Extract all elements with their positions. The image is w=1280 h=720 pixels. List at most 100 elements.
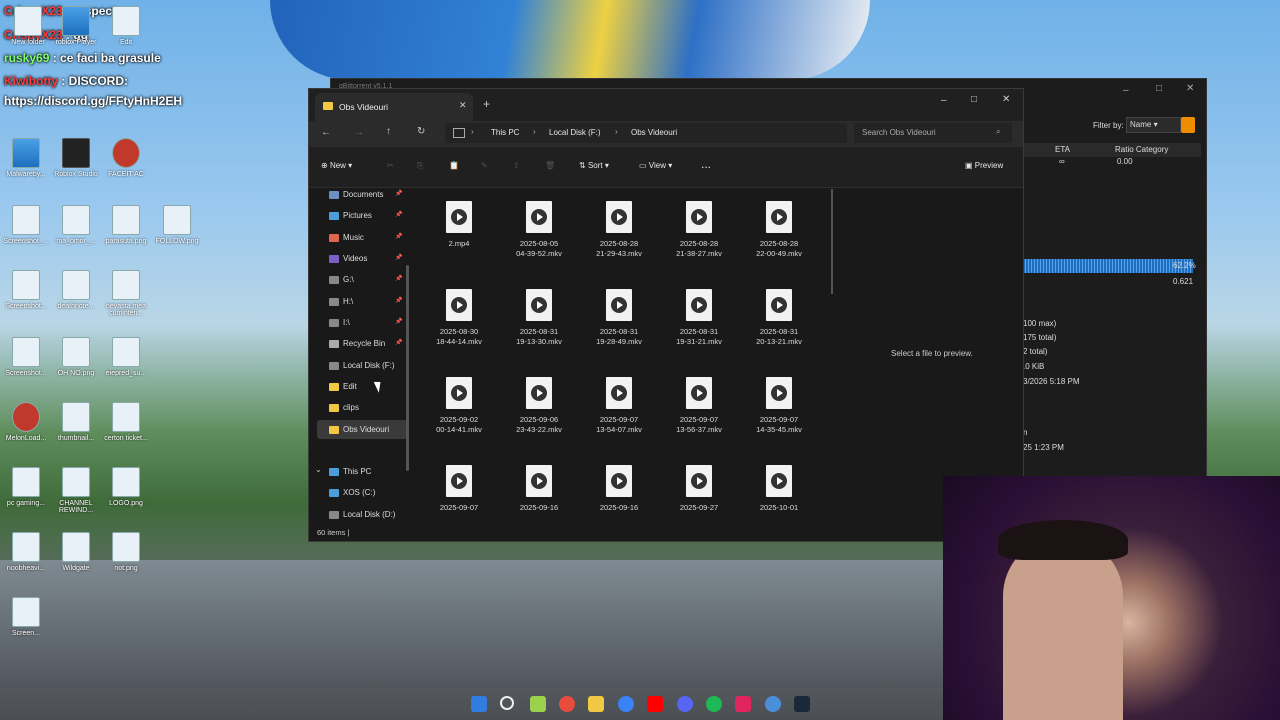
delete-icon[interactable]: 🗑 [545, 161, 555, 170]
desktop-icon[interactable]: thumbnail... [52, 402, 100, 442]
chevron-down-icon[interactable]: ⌄ [315, 465, 322, 474]
nav-item[interactable]: Edit [317, 377, 407, 396]
lock-icon[interactable] [1181, 117, 1195, 133]
desktop-icon[interactable]: Malwareby... [2, 138, 50, 178]
file-item[interactable]: 2025-08-28 21-38-27.mkv [662, 201, 736, 259]
cut-icon[interactable]: ✂ [387, 161, 394, 170]
breadcrumb-local-disk-f[interactable]: Local Disk (F:) [549, 128, 601, 137]
nav-item[interactable]: clips [317, 398, 407, 417]
desktop-icon[interactable]: certon ticket... [102, 402, 150, 442]
desktop-icon[interactable]: FOLLOW.png [153, 205, 201, 245]
desktop-icon[interactable]: roblox Player [52, 6, 100, 46]
forward-arrow-icon[interactable]: → [354, 127, 364, 138]
chrome-icon[interactable] [559, 696, 575, 712]
breadcrumb-obs-videouri[interactable]: Obs Videouri [631, 128, 677, 137]
desktop-icon[interactable]: New folder [4, 6, 52, 46]
start-icon[interactable] [471, 696, 487, 712]
desktop-icon[interactable]: ma_omor_... [52, 205, 100, 245]
sort-button[interactable]: ⇅ Sort ▾ [579, 161, 609, 170]
notepad-icon[interactable] [530, 696, 546, 712]
refresh-icon[interactable]: ↻ [417, 126, 425, 137]
search-icon[interactable] [500, 696, 514, 710]
desktop-icon[interactable]: noobheavi... [2, 532, 50, 572]
desktop-icon[interactable]: parasuta.png [102, 205, 150, 245]
up-arrow-icon[interactable]: ↑ [386, 126, 391, 137]
tab-obs-videouri[interactable]: Obs Videouri ✕ [315, 93, 473, 121]
paste-icon[interactable]: 📋 [449, 161, 459, 170]
pin-icon[interactable]: 📌 [395, 228, 402, 247]
minimize-icon[interactable]: – [941, 95, 947, 106]
desktop-icon[interactable]: pc gaming... [2, 467, 50, 507]
maximize-icon[interactable]: □ [1156, 83, 1162, 94]
pin-icon[interactable]: 📌 [395, 206, 402, 225]
desktop-icon[interactable]: Edit [102, 6, 150, 46]
search-box[interactable]: Search Obs Videouri ⌕ [854, 123, 1012, 143]
maximize-icon[interactable]: □ [971, 94, 977, 105]
desktop-icon[interactable]: OH NO.png [52, 337, 100, 377]
nav-item[interactable]: G:\ 📌 [317, 270, 407, 289]
nav-item[interactable]: Documents 📌 [317, 185, 407, 204]
desktop-icon[interactable]: Screenshot... [2, 270, 50, 310]
file-item[interactable]: 2025-09-07 13-54-07.mkv [582, 377, 656, 435]
file-item[interactable]: 2025-09-07 13-56-37.mkv [662, 377, 736, 435]
breadcrumb-this-pc[interactable]: This PC [491, 128, 519, 137]
new-tab-icon[interactable]: + [483, 97, 490, 111]
chevron-right-icon[interactable]: › [615, 127, 618, 136]
col-ratio-category[interactable]: Ratio Category [1115, 145, 1168, 154]
file-item[interactable]: 2025-08-28 21-29-43.mkv [582, 201, 656, 259]
file-item[interactable]: 2025-09-27 [662, 465, 736, 513]
address-bar[interactable]: › This PC › Local Disk (F:) › Obs Videou… [445, 123, 847, 143]
nav-item[interactable]: Obs Videouri [317, 420, 407, 439]
close-tab-icon[interactable]: ✕ [459, 100, 467, 111]
nav-item[interactable]: H:\ 📌 [317, 292, 407, 311]
desktop-icon[interactable]: FACEIT AC [102, 138, 150, 178]
tiktok-icon[interactable] [735, 696, 751, 712]
file-item[interactable]: 2025-08-31 19-31-21.mkv [662, 289, 736, 347]
pin-icon[interactable]: 📌 [395, 249, 402, 268]
close-icon[interactable]: ✕ [1186, 83, 1194, 94]
nav-item[interactable]: Local Disk (D:) [317, 505, 407, 524]
discord-icon[interactable] [677, 696, 693, 712]
new-button[interactable]: ⊕ New ▾ [321, 161, 352, 170]
nav-item[interactable]: Music 📌 [317, 228, 407, 247]
chevron-right-icon[interactable]: › [533, 127, 536, 136]
file-item[interactable]: 2025-09-07 [422, 465, 496, 513]
file-item[interactable]: 2025-08-31 20-13-21.mkv [742, 289, 816, 347]
file-explorer-icon[interactable] [588, 696, 604, 712]
desktop-icon[interactable]: Roblox Studio [52, 138, 100, 178]
nav-item[interactable]: Local Disk (F:) [317, 356, 407, 375]
back-arrow-icon[interactable]: ← [321, 127, 331, 138]
desktop-icon[interactable]: LOGO.png [102, 467, 150, 507]
search-icon[interactable]: ⌕ [996, 127, 1000, 137]
nav-item[interactable]: I:\ 📌 [317, 313, 407, 332]
desktop-icon[interactable]: nevasta mea cumintefi... [102, 270, 150, 317]
search-input[interactable]: Search Obs Videouri [862, 128, 936, 137]
qbittorrent-icon[interactable] [765, 696, 781, 712]
copy-icon[interactable]: ⎘ [417, 161, 423, 171]
file-item[interactable]: 2025-09-06 23-43-22.mkv [502, 377, 576, 435]
filter-select[interactable]: Name ▾ [1126, 117, 1181, 133]
file-item[interactable]: 2025-09-02 00-14-41.mkv [422, 377, 496, 435]
nav-item[interactable]: Recycle Bin 📌 [317, 334, 407, 353]
file-item[interactable]: 2025-08-31 19-28-49.mkv [582, 289, 656, 347]
desktop-icon[interactable]: CHANNEL REWIND... [52, 467, 100, 514]
file-item[interactable]: 2025-09-16 [502, 465, 576, 513]
preview-button[interactable]: ▣ Preview [965, 161, 1003, 170]
pin-icon[interactable]: 📌 [395, 185, 402, 204]
steam-icon[interactable] [794, 696, 810, 712]
share-icon[interactable]: ⇪ [513, 161, 520, 170]
pin-icon[interactable]: 📌 [395, 334, 402, 353]
nav-scrollbar[interactable] [406, 265, 409, 471]
desktop-icon[interactable]: eiepred_su... [102, 337, 150, 377]
spotify-icon[interactable] [706, 696, 722, 712]
file-item[interactable]: 2025-09-07 14-35-45.mkv [742, 377, 816, 435]
desktop-icon[interactable]: Screenshot_... [2, 205, 50, 245]
file-item[interactable]: 2025-08-05 04-39-52.mkv [502, 201, 576, 259]
col-eta[interactable]: ETA [1055, 145, 1070, 154]
nav-item[interactable]: This PC [317, 462, 407, 481]
desktop-icon[interactable]: not.png [102, 532, 150, 572]
minimize-icon[interactable]: – [1123, 85, 1129, 96]
youtube-icon[interactable] [647, 696, 663, 712]
file-item[interactable]: 2025-08-31 19-13-30.mkv [502, 289, 576, 347]
chevron-right-icon[interactable]: › [471, 127, 474, 136]
